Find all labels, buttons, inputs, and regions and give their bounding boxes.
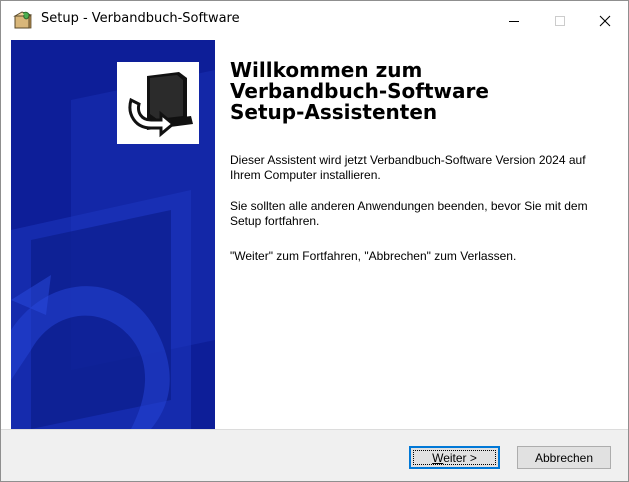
next-button[interactable]: Weiter > [409,446,500,469]
welcome-heading-line: Willkommen zum [230,58,423,82]
close-apps-notice: Sie sollten alle anderen Anwendungen bee… [230,199,588,228]
cancel-button[interactable]: Abbrechen [517,446,611,469]
install-description: Dieser Assistent wird jetzt Verbandbuch-… [230,153,586,182]
close-button[interactable] [582,1,628,40]
minimize-icon [509,20,519,22]
wizard-content: Willkommen zum Verbandbuch-Software Setu… [1,40,628,429]
close-icon [599,15,611,26]
button-bar: Weiter > Abbrechen [1,429,628,481]
welcome-heading-line: Setup-Assistenten [230,100,438,124]
window-title: Setup - Verbandbuch-Software [41,11,240,26]
navigation-hint: "Weiter" zum Fortfahren, "Abbrechen" zum… [230,249,517,263]
maximize-icon [555,15,565,26]
maximize-button[interactable] [537,1,583,40]
wizard-side-image [11,40,215,429]
welcome-heading: Willkommen zum Verbandbuch-Software Setu… [230,60,610,123]
setup-package-icon [13,11,33,29]
title-bar[interactable]: Setup - Verbandbuch-Software [1,1,628,40]
setup-logo [117,62,199,144]
welcome-heading-line: Verbandbuch-Software [230,79,489,103]
setup-window: Setup - Verbandbuch-Software Willkommen … [0,0,629,482]
focus-rectangle [413,450,496,465]
computer-install-icon [117,62,199,144]
minimize-button[interactable] [491,1,537,40]
